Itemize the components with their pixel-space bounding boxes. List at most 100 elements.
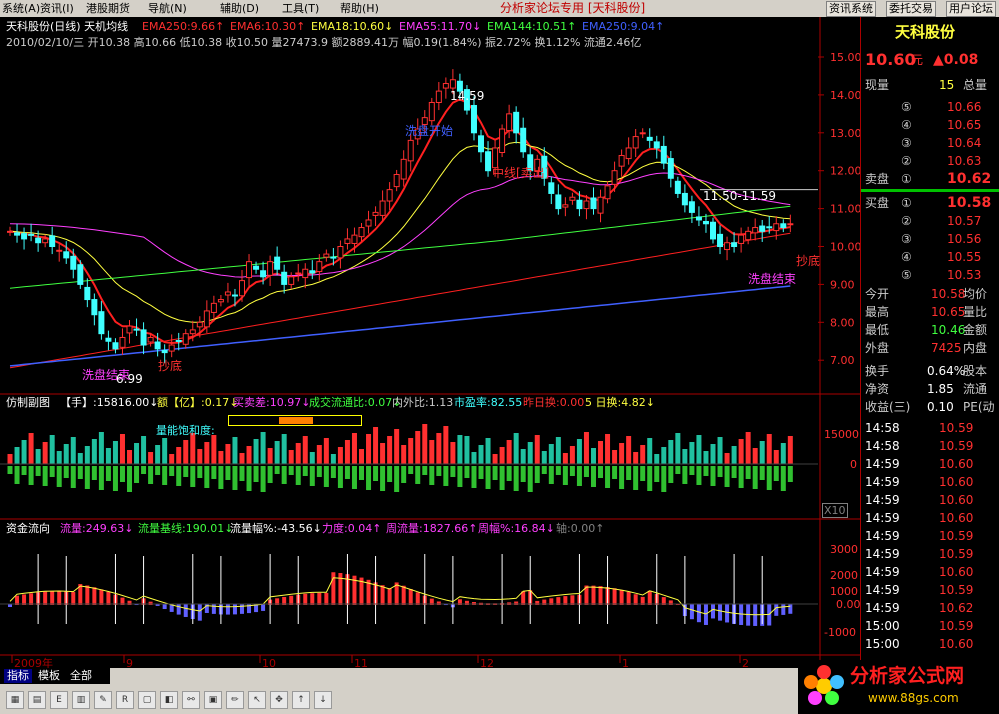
menu-system[interactable]: 系统(A) (2, 1, 40, 16)
tool-move-icon[interactable]: ✥ (270, 691, 288, 709)
tool-down-arrow-icon[interactable]: ↓ (314, 691, 332, 709)
candle-body (724, 242, 731, 251)
stat-row: 今开 10.58 均价 (861, 285, 999, 303)
vol-bar (661, 447, 667, 464)
tick-time: 14:59 (865, 547, 900, 561)
price-axis-label: 14.00 (830, 89, 860, 102)
candle-body (7, 230, 13, 233)
vol-bar-neg (612, 466, 618, 479)
vol-bar-neg (527, 466, 533, 492)
total-vol-label: 总量 (963, 78, 988, 92)
vol-bar-neg (619, 466, 625, 489)
flow-bar (50, 591, 55, 605)
tab-all[interactable]: 全部 (70, 669, 92, 683)
candle-body (442, 83, 449, 89)
vol-bar-neg (56, 466, 62, 487)
tool-link-icon[interactable]: ⚯ (182, 691, 200, 709)
tab-template[interactable]: 模板 (38, 669, 60, 683)
vol-bar-neg (302, 466, 308, 476)
candle-body (611, 170, 618, 185)
flow-panel-title: 资金流向 (6, 522, 50, 535)
tool-etf-icon[interactable]: E (50, 691, 68, 709)
ask-level: ① (901, 172, 912, 186)
vol-bar-neg (738, 466, 744, 488)
candle-body (625, 147, 632, 160)
vol-bar-neg (35, 466, 41, 476)
vol-bar-neg (77, 466, 83, 479)
chart-canvas[interactable]: 15.00 14.00 13.00 12.00 11.00 10.00 9.00 8.00 7.… (0, 17, 860, 673)
tick-time: 14:58 (865, 421, 900, 435)
vol-bar (42, 442, 48, 464)
tick-row: 14:59 10.59 (861, 581, 999, 599)
vol-bar (330, 454, 336, 464)
vol-bar-neg (359, 466, 364, 480)
vol-bar-neg (21, 466, 27, 475)
tool-cursor-icon[interactable]: ↖ (248, 691, 266, 709)
trade-button[interactable]: 委托交易 (886, 1, 936, 17)
tool-calendar-icon[interactable]: ▦ (6, 691, 24, 709)
flow-bar (401, 585, 406, 605)
bar-info-line: 2010/02/10/三 开10.38 高10.66 低10.38 收10.50… (6, 36, 642, 49)
vol-bar-neg (569, 466, 575, 476)
flow-bar (471, 601, 476, 605)
menu-navigation[interactable]: 导航(N) (148, 1, 187, 16)
vol-bar (302, 436, 308, 464)
vol-label-3: 成交流通比:0.07↓ (309, 396, 402, 409)
tool-grid-icon[interactable]: ▥ (72, 691, 90, 709)
vol-bar (295, 443, 301, 464)
tab-indicator[interactable]: 指标 (4, 669, 32, 683)
vol-bar-neg (696, 466, 702, 485)
vol-bar-neg (98, 466, 104, 490)
ema144-line (9, 205, 791, 289)
vol-bar-neg (14, 466, 20, 484)
vol-label-2: 买卖差:10.97↓ (233, 396, 311, 409)
vol-bar (190, 433, 196, 464)
flow-bar (317, 592, 322, 605)
tool-pencil-icon[interactable]: ✏ (226, 691, 244, 709)
vol-bar (457, 435, 463, 464)
vol-bar-neg (513, 466, 519, 491)
vol-bar (668, 440, 674, 464)
tool-table-icon[interactable]: ▤ (28, 691, 46, 709)
menu-assist[interactable]: 辅助(D) (220, 1, 259, 16)
candle-body (548, 182, 555, 194)
candle-body (766, 226, 773, 229)
flow-baseline (9, 577, 791, 616)
vol-bar (485, 438, 491, 464)
tick-row: 14:59 10.59 (861, 527, 999, 545)
tick-time: 14:59 (865, 493, 900, 507)
menu-hk-futures[interactable]: 港股期货 (86, 1, 130, 16)
vol-bar-neg (598, 466, 604, 478)
vol-bar (780, 443, 786, 464)
vol-bar (478, 445, 484, 464)
tool-chart-icon[interactable]: ▣ (204, 691, 222, 709)
tool-up-arrow-icon[interactable]: ↑ (292, 691, 310, 709)
flow-bar (696, 604, 701, 623)
vol-bar (527, 442, 533, 464)
annot-mid-line: 中线[卖出] (492, 165, 549, 180)
tool-square-icon[interactable]: ▢ (138, 691, 156, 709)
vol-bar (21, 440, 27, 464)
vol-bar-neg (710, 466, 716, 486)
menu-tools[interactable]: 工具(T) (282, 1, 319, 16)
menu-info[interactable]: 资讯(I) (40, 1, 74, 16)
tick-time: 14:59 (865, 583, 900, 597)
forum-button[interactable]: 用户论坛 (946, 1, 996, 17)
vol-bar-neg (211, 466, 217, 479)
tool-draw-icon[interactable]: ✎ (94, 691, 112, 709)
window-title: 分析家论坛专用 [天科股份] (500, 1, 646, 15)
vol-bar (759, 441, 765, 464)
tool-rsi-icon[interactable]: R (116, 691, 134, 709)
vol-bar-neg (337, 466, 343, 488)
candle-body (365, 219, 372, 227)
vol-bar (633, 452, 639, 464)
stat2-label: 换手 (865, 364, 890, 378)
candle-body (267, 261, 274, 276)
ask-level: ② (901, 154, 912, 168)
info-system-button[interactable]: 资讯系统 (826, 1, 876, 17)
tool-box-icon[interactable]: ◧ (160, 691, 178, 709)
flow-bar (261, 604, 266, 611)
menu-help[interactable]: 帮助(H) (340, 1, 379, 16)
tick-price: 10.59 (939, 619, 974, 633)
site-logo: 分析家公式网 www.88gs.com (798, 660, 999, 714)
